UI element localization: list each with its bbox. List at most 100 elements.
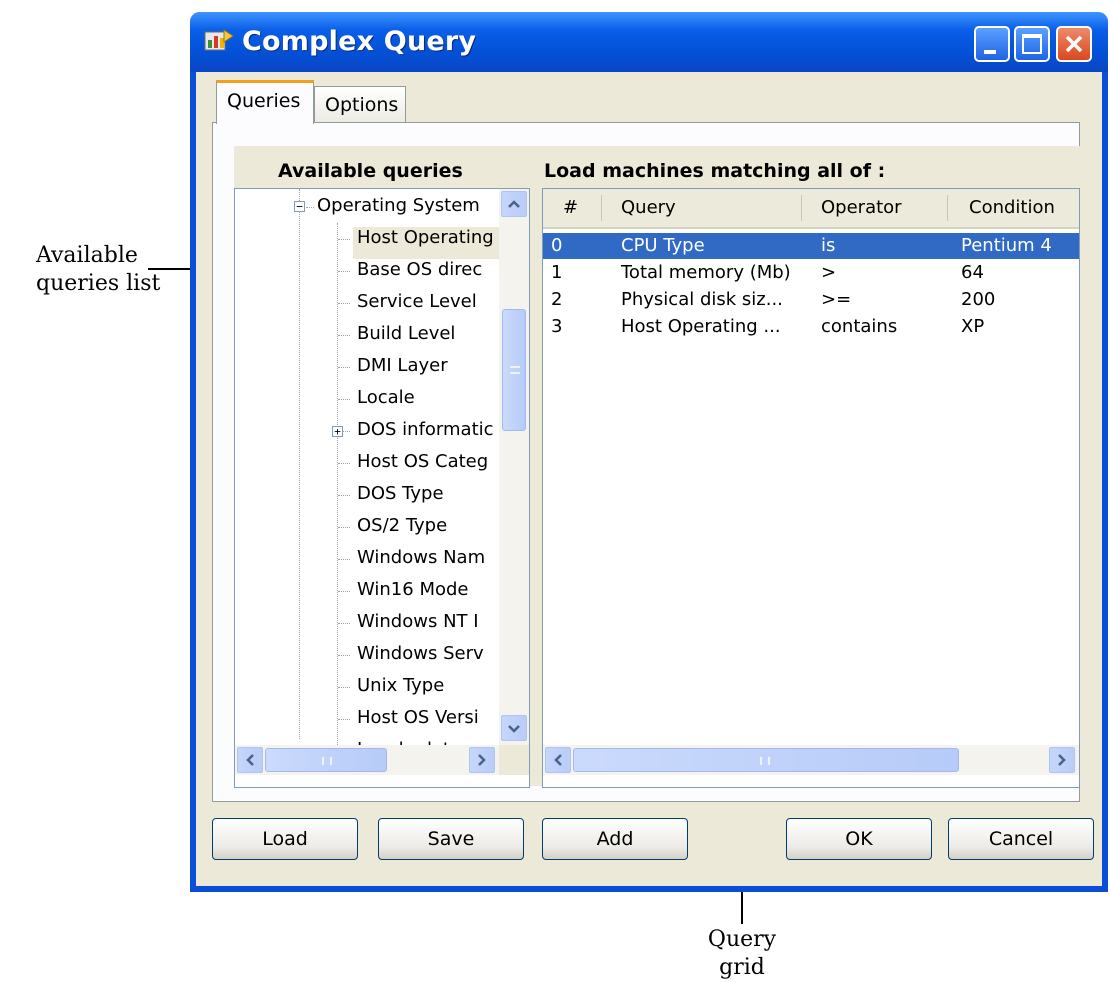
save-button[interactable]: Save: [378, 818, 524, 860]
scroll-thumb[interactable]: [265, 748, 387, 772]
cell-num: 3: [551, 316, 563, 337]
tree-guide-line: [299, 189, 300, 739]
tree-connector: [338, 303, 350, 304]
tree-item-label: Host OS Categ: [357, 451, 489, 472]
chevron-down-icon: [508, 725, 520, 733]
grip-icon: [760, 757, 770, 765]
scroll-down-button[interactable]: [501, 715, 527, 741]
scroll-up-button[interactable]: [501, 191, 527, 217]
column-separator: [601, 195, 602, 221]
annotation-line-2: grid: [719, 955, 765, 980]
scroll-left-button[interactable]: [545, 747, 571, 773]
query-grid[interactable]: # Query Operator Condition 0 CPU Type is Pe…: [542, 188, 1080, 788]
title-bar[interactable]: Complex Query: [190, 12, 1108, 72]
cell-operator: contains: [821, 316, 898, 337]
column-header-condition[interactable]: Condition: [969, 197, 1055, 218]
tree-item-label: Windows Nam: [357, 547, 486, 568]
tree-item-label: Win16 Mode: [357, 579, 469, 600]
grid-header-row: # Query Operator Condition: [543, 189, 1079, 229]
tree-item-label: OS/2 Type: [357, 515, 448, 536]
tree-item[interactable]: Base OS direc: [353, 259, 499, 291]
collapse-icon[interactable]: −: [294, 201, 305, 212]
table-row[interactable]: 2 Physical disk siz... >= 200: [543, 287, 1079, 313]
tree-item-label: Service Level: [357, 291, 477, 312]
table-row[interactable]: 0 CPU Type is Pentium 4: [543, 233, 1079, 259]
column-header-query[interactable]: Query: [621, 197, 676, 218]
tree-item-label: Windows NT I: [357, 611, 479, 632]
tab-label: Queries: [227, 90, 301, 112]
tree-item[interactable]: OS/2 Type: [353, 515, 499, 547]
maximize-button[interactable]: [1014, 26, 1050, 62]
tree-item[interactable]: Host OS Versi: [353, 707, 499, 739]
tree-connector: [306, 207, 314, 208]
cell-operator: >=: [821, 289, 852, 310]
tab-options[interactable]: Options: [314, 86, 406, 122]
tree-item[interactable]: Windows Serv: [353, 643, 499, 675]
scroll-right-button[interactable]: [469, 747, 495, 773]
tree-item-label: Base OS direc: [357, 259, 483, 280]
scroll-thumb[interactable]: [502, 309, 526, 431]
cell-condition: 64: [961, 262, 984, 283]
cell-condition: Pentium 4: [961, 235, 1052, 256]
minimize-button[interactable]: [974, 26, 1010, 62]
tree-connector: [338, 591, 350, 592]
tree-item[interactable]: Host Operating: [353, 227, 499, 259]
tree-item-label: DOS Type: [357, 483, 444, 504]
chevron-right-icon: [1058, 754, 1066, 766]
column-header-operator[interactable]: Operator: [821, 197, 902, 218]
tree-item-label: Host OS Versi: [357, 707, 479, 728]
table-row[interactable]: 3 Host Operating ... contains XP: [543, 314, 1079, 340]
scrollbar-corner: [499, 745, 529, 775]
available-queries-tree[interactable]: − Operating System Host Operating Base OS…: [234, 188, 530, 788]
tree-connector: [338, 623, 350, 624]
tree-item[interactable]: Locale: [353, 387, 499, 419]
tab-queries[interactable]: Queries: [216, 80, 314, 124]
scroll-left-button[interactable]: [237, 747, 263, 773]
tree-item[interactable]: Unix Type: [353, 675, 499, 707]
tree-item[interactable]: Windows Nam: [353, 547, 499, 579]
tree-item[interactable]: Host OS Categ: [353, 451, 499, 483]
cell-num: 0: [551, 235, 563, 256]
scroll-thumb[interactable]: [573, 748, 959, 772]
cancel-button[interactable]: Cancel: [948, 818, 1094, 860]
tab-label: Options: [325, 94, 399, 116]
add-button[interactable]: Add: [542, 818, 688, 860]
tree-item[interactable]: DOS Type: [353, 483, 499, 515]
table-row[interactable]: 1 Total memory (Mb) >64: [543, 260, 1079, 286]
tree-item[interactable]: Win16 Mode: [353, 579, 499, 611]
column-header-num[interactable]: #: [563, 197, 578, 218]
tree-item[interactable]: DMI Layer: [353, 355, 499, 387]
tree-vertical-scrollbar[interactable]: [499, 189, 529, 745]
expand-icon[interactable]: +: [332, 426, 343, 437]
load-button[interactable]: Load: [212, 818, 358, 860]
tree-item[interactable]: Build Level: [353, 323, 499, 355]
minimize-icon: [984, 50, 996, 54]
window-title: Complex Query: [242, 26, 477, 57]
tree-guide-line: [337, 223, 338, 745]
grid-horizontal-scrollbar[interactable]: [543, 745, 1079, 775]
tree-item-label: Build Level: [357, 323, 456, 344]
ok-button[interactable]: OK: [786, 818, 932, 860]
tree-horizontal-scrollbar[interactable]: [235, 745, 499, 775]
tree-connector: [338, 367, 350, 368]
chevron-up-icon: [508, 200, 520, 208]
tree-item[interactable]: Service Level: [353, 291, 499, 323]
tree-root-operating-system[interactable]: Operating System: [317, 195, 480, 227]
grip-icon: [322, 757, 332, 765]
column-separator: [801, 195, 802, 221]
scroll-right-button[interactable]: [1049, 747, 1075, 773]
tree-connector: [338, 687, 350, 688]
grip-icon: [510, 366, 520, 374]
chevron-right-icon: [478, 754, 486, 766]
cell-condition: 200: [961, 289, 996, 310]
annotation-line-1: Query: [707, 927, 777, 952]
app-icon: [204, 29, 234, 51]
annotation-line-1: Available: [36, 243, 138, 268]
cell-condition: XP: [961, 316, 985, 337]
tree-item-label: Locale: [357, 387, 415, 408]
tree-item[interactable]: Windows NT I: [353, 611, 499, 643]
close-button[interactable]: [1056, 26, 1092, 62]
annotation-available-queries-list: Available queries list: [36, 242, 160, 298]
tree-item[interactable]: DOS informatic: [353, 419, 499, 451]
tree-item-label: Unix Type: [357, 675, 445, 696]
